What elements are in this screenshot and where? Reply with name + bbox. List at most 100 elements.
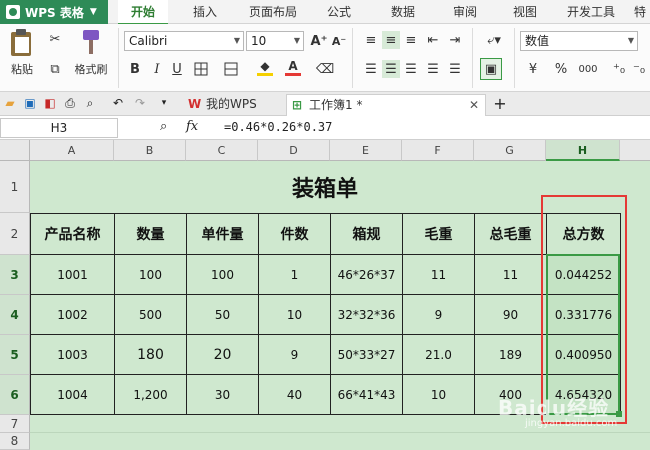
paste-button[interactable]: 粘贴 <box>4 28 40 77</box>
underline-button[interactable]: U <box>168 60 186 78</box>
column-header-c[interactable]: C <box>186 140 258 161</box>
select-all-corner[interactable] <box>0 140 30 161</box>
table-cell[interactable]: 1004 <box>30 374 115 415</box>
table-cell[interactable]: 1,200 <box>114 374 187 415</box>
table-cell[interactable]: 11 <box>474 254 547 295</box>
clear-format-icon[interactable]: ⌫ <box>316 60 334 78</box>
tab-developer[interactable]: 开发工具 <box>560 0 622 24</box>
tab-data[interactable]: 数据 <box>380 0 426 24</box>
table-cell[interactable]: 10 <box>258 294 331 335</box>
column-header-a[interactable]: A <box>30 140 114 161</box>
row-header-4[interactable]: 4 <box>0 295 30 335</box>
row-header-5[interactable]: 5 <box>0 335 30 375</box>
table-cell[interactable]: 32*32*36 <box>330 294 403 335</box>
table-cell[interactable]: 1003 <box>30 334 115 375</box>
table-cell[interactable]: 11 <box>402 254 475 295</box>
align-bottom-icon[interactable]: ≡ <box>402 31 420 49</box>
distributed-icon[interactable]: ☰ <box>446 60 464 78</box>
column-header-b[interactable]: B <box>114 140 186 161</box>
tab-review[interactable]: 审阅 <box>442 0 488 24</box>
table-cell[interactable]: 0.400950 <box>546 334 621 375</box>
align-right-icon[interactable]: ☰ <box>402 60 420 78</box>
tab-insert[interactable]: 插入 <box>180 0 230 24</box>
table-cell[interactable]: 1 <box>258 254 331 295</box>
new-tab-icon[interactable]: + <box>492 94 508 113</box>
percent-button[interactable]: % <box>552 60 570 78</box>
app-menu-button[interactable]: WPS 表格 ▼ <box>0 0 108 24</box>
cut-icon[interactable]: ✂ <box>46 30 64 48</box>
table-cell[interactable]: 0.331776 <box>546 294 621 335</box>
formula-input[interactable]: =0.46*0.26*0.37 <box>224 120 332 134</box>
table-cell[interactable]: 1002 <box>30 294 115 335</box>
table-cell[interactable]: 100 <box>186 254 259 295</box>
thousands-separator-button[interactable]: 000 <box>574 60 602 78</box>
column-header-h[interactable]: H <box>546 140 620 161</box>
header-cell[interactable]: 数量 <box>114 213 187 255</box>
column-header-e[interactable]: E <box>330 140 402 161</box>
tab-workbook[interactable]: ⊞ 工作簿1 * ✕ <box>286 94 486 116</box>
sheet-title-cell[interactable]: 装箱单 <box>30 161 620 213</box>
open-folder-icon[interactable]: ▰ <box>2 95 18 111</box>
table-cell[interactable]: 500 <box>114 294 187 335</box>
grow-font-button[interactable]: A⁺ <box>310 32 328 50</box>
header-cell[interactable]: 毛重 <box>402 213 475 255</box>
print-icon[interactable]: ⎙ <box>62 95 78 111</box>
column-header-d[interactable]: D <box>258 140 330 161</box>
row-header-1[interactable]: 1 <box>0 161 30 213</box>
font-color-button[interactable]: A <box>284 58 302 76</box>
table-cell[interactable]: 21.0 <box>402 334 475 375</box>
table-cell[interactable]: 10 <box>402 374 475 415</box>
wrap-text-icon[interactable]: ⤶▾ <box>480 31 508 49</box>
close-icon[interactable]: ✕ <box>469 95 479 115</box>
table-cell[interactable]: 100 <box>114 254 187 295</box>
table-cell[interactable]: 20 <box>186 334 259 375</box>
row-header-2[interactable]: 2 <box>0 213 30 255</box>
column-header-f[interactable]: F <box>402 140 474 161</box>
header-cell[interactable]: 箱规 <box>330 213 403 255</box>
italic-button[interactable]: I <box>148 60 166 78</box>
column-header-i[interactable] <box>620 140 650 161</box>
fill-handle[interactable] <box>616 411 622 417</box>
shrink-font-button[interactable]: A⁻ <box>330 32 348 50</box>
redo-icon[interactable]: ↷ <box>132 95 148 111</box>
header-cell[interactable]: 单件量 <box>186 213 259 255</box>
export-pdf-icon[interactable]: ◧ <box>42 95 58 111</box>
increase-decimal-icon[interactable]: ⁺₀ <box>610 60 628 78</box>
row-header-3[interactable]: 3 <box>0 255 30 295</box>
fill-color-button[interactable]: ◆ <box>256 58 274 76</box>
tab-view[interactable]: 视图 <box>502 0 548 24</box>
tab-special[interactable]: 特 <box>630 0 650 24</box>
undo-icon[interactable]: ↶ <box>110 95 126 111</box>
justify-icon[interactable]: ☰ <box>424 60 442 78</box>
copy-icon[interactable]: ⧉ <box>46 60 64 78</box>
column-header-g[interactable]: G <box>474 140 546 161</box>
tab-page-layout[interactable]: 页面布局 <box>240 0 306 24</box>
font-name-select[interactable]: Calibri ▼ <box>124 31 244 51</box>
table-cell[interactable]: 0.044252 <box>546 254 621 295</box>
font-size-select[interactable]: 10 ▼ <box>246 31 304 51</box>
row-header-8[interactable]: 8 <box>0 433 30 450</box>
header-cell[interactable]: 件数 <box>258 213 331 255</box>
customize-icon[interactable]: ▾ <box>156 95 172 111</box>
align-left-icon[interactable]: ☰ <box>362 60 380 78</box>
header-cell[interactable]: 产品名称 <box>30 213 115 255</box>
format-painter-button[interactable]: 格式刷 <box>70 28 112 77</box>
row-header-6[interactable]: 6 <box>0 375 30 415</box>
decrease-decimal-icon[interactable]: ⁻₀ <box>630 60 648 78</box>
bold-button[interactable]: B <box>126 60 144 78</box>
table-cell[interactable]: 90 <box>474 294 547 335</box>
indent-increase-icon[interactable]: ⇥ <box>446 31 464 49</box>
tab-my-wps[interactable]: W 我的WPS <box>184 94 284 116</box>
table-cell[interactable]: 9 <box>402 294 475 335</box>
table-cell[interactable]: 50*33*27 <box>330 334 403 375</box>
merge-center-icon[interactable]: ▣ <box>480 58 502 80</box>
number-format-select[interactable]: 数值 ▼ <box>520 31 638 51</box>
save-icon[interactable]: ▣ <box>22 95 38 111</box>
table-cell[interactable]: 50 <box>186 294 259 335</box>
zoom-icon[interactable]: ⌕ <box>160 119 167 134</box>
align-middle-icon[interactable]: ≡ <box>382 31 400 49</box>
table-cell[interactable]: 180 <box>114 334 187 375</box>
print-preview-icon[interactable]: ⌕ <box>82 95 98 111</box>
merge-cells-icon[interactable] <box>222 60 240 78</box>
align-top-icon[interactable]: ≡ <box>362 31 380 49</box>
